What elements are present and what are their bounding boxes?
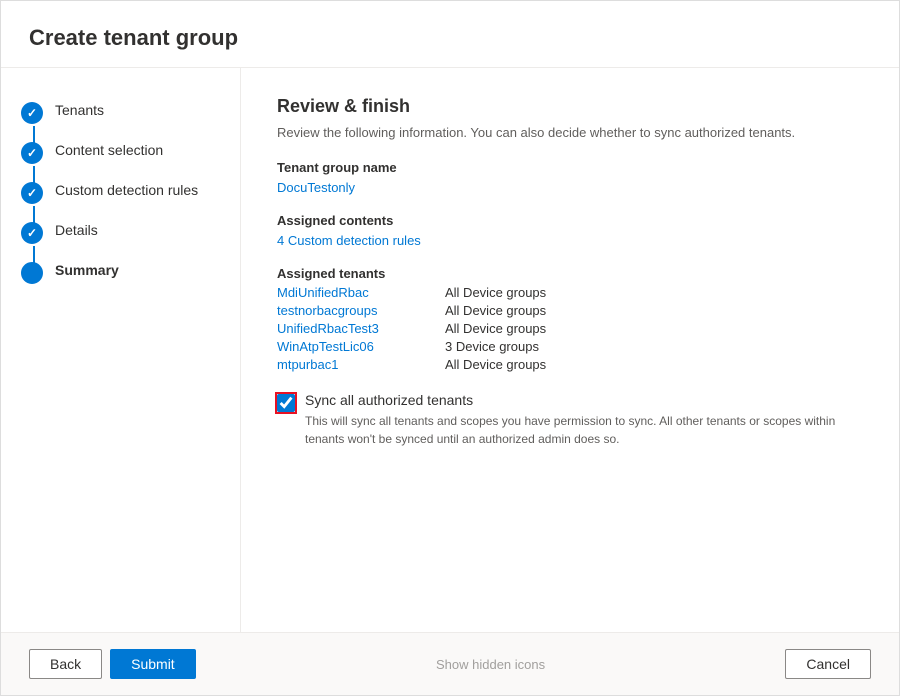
sync-checkbox[interactable]: [277, 394, 295, 412]
step-label-content-selection: Content selection: [55, 140, 163, 158]
submit-button[interactable]: Submit: [110, 649, 196, 679]
checkmark-icon-2: ✓: [27, 146, 37, 160]
sync-row: Sync all authorized tenants This will sy…: [277, 392, 863, 448]
tenant-group-name-link[interactable]: DocuTestonly: [277, 180, 355, 195]
tenant-link[interactable]: WinAtpTestLic06: [277, 339, 437, 354]
table-row: WinAtpTestLic06 3 Device groups: [277, 339, 863, 354]
checkmark-icon-4: ✓: [27, 226, 37, 240]
tenant-scope: 3 Device groups: [445, 339, 539, 354]
sync-checkbox-wrapper: [277, 394, 295, 412]
step-label-custom-detection: Custom detection rules: [55, 180, 198, 198]
page-header: Create tenant group: [1, 1, 899, 68]
sidebar-item-summary[interactable]: Summary: [1, 252, 240, 292]
step-label-tenants: Tenants: [55, 100, 104, 118]
tenant-scope: All Device groups: [445, 285, 546, 300]
step-circle-custom-detection: ✓: [21, 182, 43, 204]
table-row: MdiUnifiedRbac All Device groups: [277, 285, 863, 300]
content-area: Review & finish Review the following inf…: [241, 68, 899, 632]
show-hidden-icons: Show hidden icons: [204, 657, 778, 672]
checkmark-icon-3: ✓: [27, 186, 37, 200]
sidebar-item-custom-detection[interactable]: ✓ Custom detection rules: [1, 172, 240, 212]
tenant-scope: All Device groups: [445, 303, 546, 318]
tenant-link[interactable]: MdiUnifiedRbac: [277, 285, 437, 300]
tenants-table: MdiUnifiedRbacAll Device groupstestnorba…: [277, 285, 863, 372]
sync-label: Sync all authorized tenants: [305, 392, 863, 408]
sidebar: ✓ Tenants ✓ Content selection ✓ Custom d…: [1, 68, 241, 632]
sync-description: This will sync all tenants and scopes yo…: [305, 412, 863, 448]
back-button[interactable]: Back: [29, 649, 102, 679]
step-circle-tenants: ✓: [21, 102, 43, 124]
step-circle-summary: [21, 262, 43, 284]
assigned-tenants-field: Assigned tenants MdiUnifiedRbac All Devic…: [277, 266, 863, 372]
sync-text: Sync all authorized tenants This will sy…: [305, 392, 863, 448]
table-row: testnorbacgroups All Device groups: [277, 303, 863, 318]
sidebar-item-content-selection[interactable]: ✓ Content selection: [1, 132, 240, 172]
page-title: Create tenant group: [29, 25, 871, 51]
cancel-button[interactable]: Cancel: [785, 649, 871, 679]
sidebar-item-tenants[interactable]: ✓ Tenants: [1, 92, 240, 132]
sidebar-item-details[interactable]: ✓ Details: [1, 212, 240, 252]
table-row: mtpurbac1 All Device groups: [277, 357, 863, 372]
table-row: UnifiedRbacTest3 All Device groups: [277, 321, 863, 336]
tenant-group-name-field: Tenant group name DocuTestonly: [277, 160, 863, 195]
tenant-group-name-label: Tenant group name: [277, 160, 863, 175]
tenant-scope: All Device groups: [445, 321, 546, 336]
tenant-link[interactable]: mtpurbac1: [277, 357, 437, 372]
section-subtitle: Review the following information. You ca…: [277, 125, 863, 140]
checkmark-icon: ✓: [27, 106, 37, 120]
window: Create tenant group ✓ Tenants ✓ Content …: [0, 0, 900, 696]
step-circle-content-selection: ✓: [21, 142, 43, 164]
tenant-scope: All Device groups: [445, 357, 546, 372]
assigned-tenants-label: Assigned tenants: [277, 266, 863, 281]
section-title: Review & finish: [277, 96, 863, 117]
footer: Back Submit Show hidden icons Cancel: [1, 632, 899, 695]
step-label-details: Details: [55, 220, 98, 238]
assigned-contents-field: Assigned contents 4 Custom detection rul…: [277, 213, 863, 248]
step-circle-details: ✓: [21, 222, 43, 244]
tenant-link[interactable]: testnorbacgroups: [277, 303, 437, 318]
step-label-summary: Summary: [55, 260, 119, 278]
assigned-contents-label: Assigned contents: [277, 213, 863, 228]
main-body: ✓ Tenants ✓ Content selection ✓ Custom d…: [1, 68, 899, 632]
assigned-contents-link[interactable]: 4 Custom detection rules: [277, 233, 421, 248]
tenant-link[interactable]: UnifiedRbacTest3: [277, 321, 437, 336]
